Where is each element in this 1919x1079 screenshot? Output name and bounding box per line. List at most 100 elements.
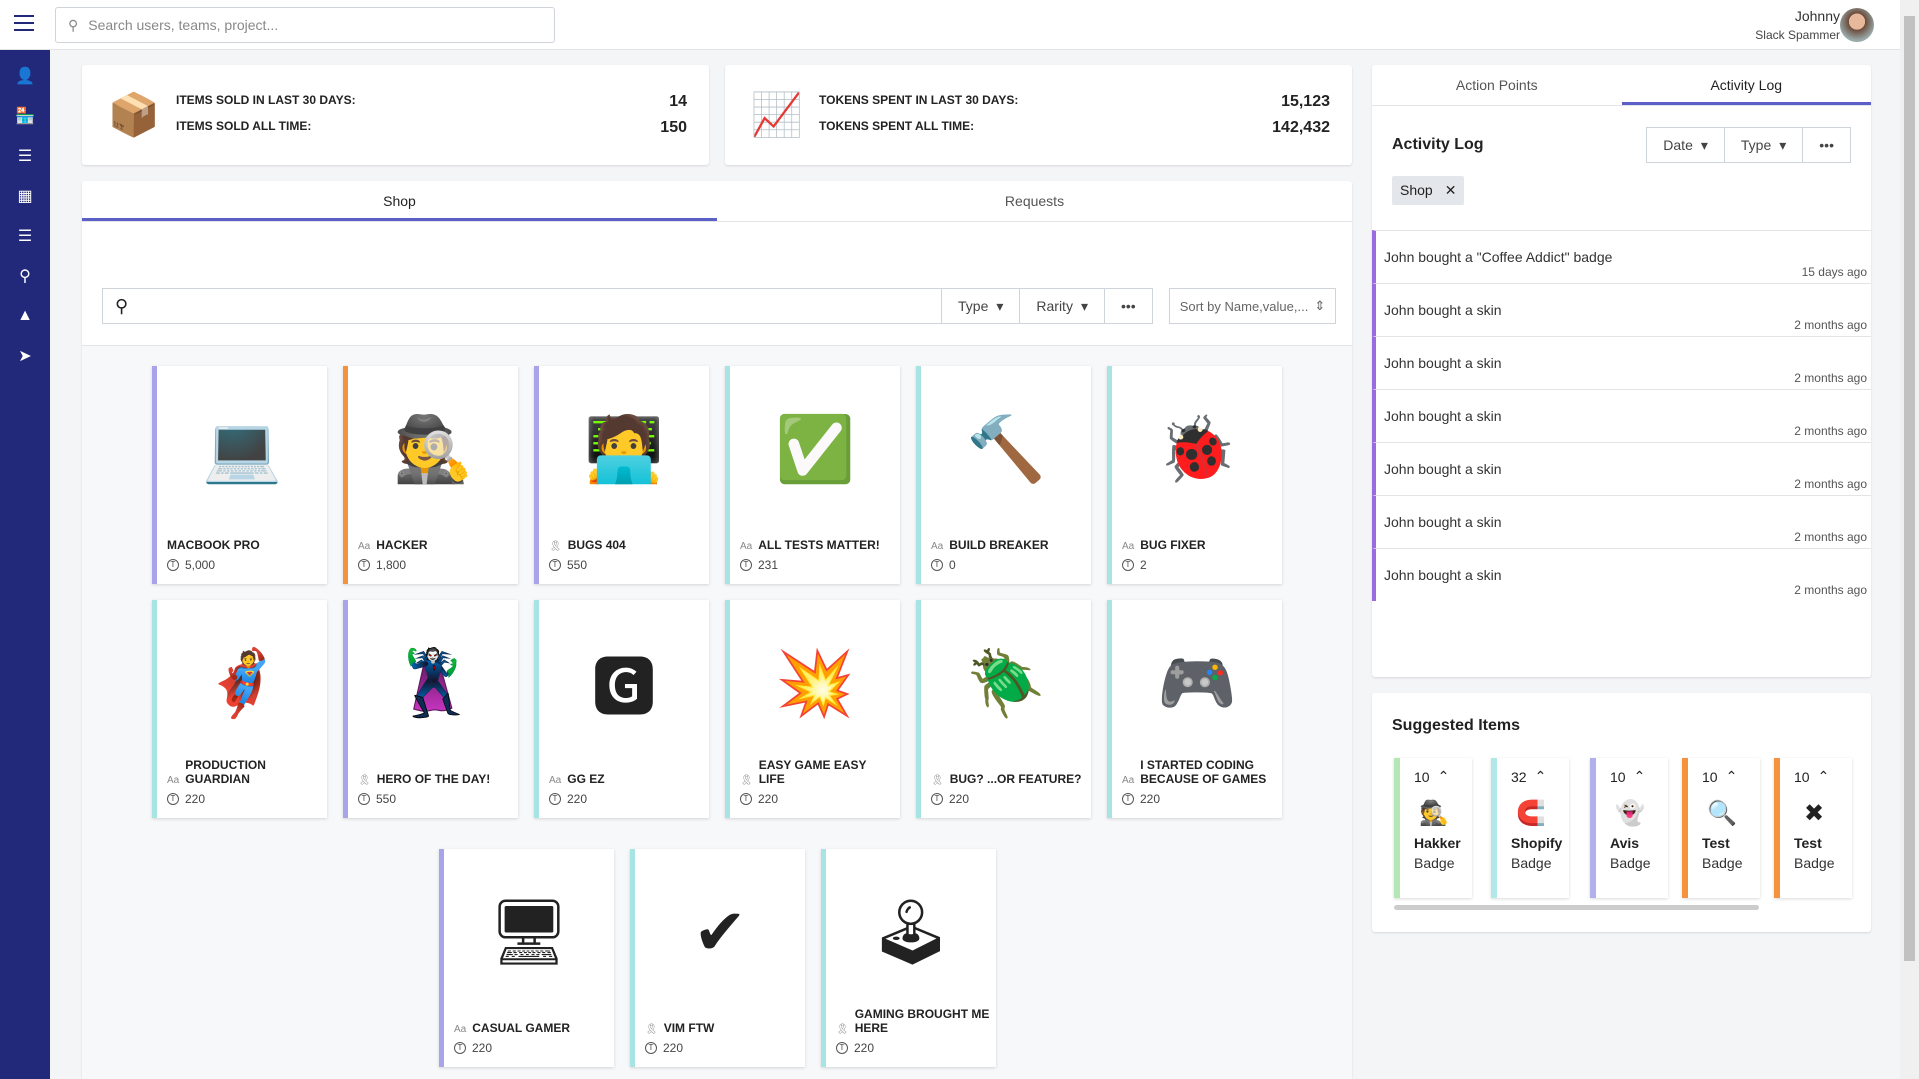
item-kind: Badge	[1610, 855, 1651, 871]
text-type-icon: Aa	[1122, 541, 1135, 552]
suggested-item[interactable]: 10 ⌃ 🕵 Hakker Badge	[1394, 758, 1472, 898]
shop-item-card[interactable]: ✅ Aa ALL TESTS MATTER! T 231	[725, 366, 900, 584]
more-options-button[interactable]: •••	[1104, 288, 1153, 324]
item-image: 🕵	[1419, 799, 1449, 827]
chevron-up-icon[interactable]: ⌃	[1535, 768, 1547, 785]
token-icon: T	[358, 559, 370, 571]
shop-icon[interactable]: 🏪	[0, 96, 50, 136]
item-name: ALL TESTS MATTER!	[758, 538, 880, 552]
user-info[interactable]: Johnny Slack Spammer	[1755, 8, 1840, 42]
menu-icon[interactable]	[14, 15, 34, 31]
entry-time: 15 days ago	[1801, 265, 1867, 279]
tab-activity-log[interactable]: Activity Log	[1621, 65, 1871, 105]
item-name: BUILD BREAKER	[949, 538, 1049, 552]
shop-item-card[interactable]: ✔ 🎗 VIM FTW T 220	[630, 849, 805, 1067]
shop-item-card[interactable]: 💻 MACBOOK PRO T 5,000	[152, 366, 327, 584]
profile-icon[interactable]: 👤	[0, 56, 50, 96]
suggested-item[interactable]: 32 ⌃ 🧲 Shopify Badge	[1491, 758, 1569, 898]
stats-icon[interactable]: ▦	[0, 176, 50, 216]
tab-shop[interactable]: Shop	[82, 181, 717, 221]
badge-type-icon: 🎗	[358, 775, 371, 786]
rarity-filter[interactable]: Rarity ▾	[1020, 288, 1105, 324]
shop-item-card[interactable]: 🎮 Aa I STARTED CODING BECAUSE OF GAMES T 220	[1107, 600, 1282, 818]
chevron-up-icon[interactable]: ⌃	[1634, 768, 1646, 785]
branch-icon[interactable]: ⚲	[0, 256, 50, 296]
suggested-item[interactable]: 10 ⌃ ✖ Test Badge	[1774, 758, 1852, 898]
items-sold-card: 📦 ITEMS SOLD IN LAST 30 DAYS: 14 ITEMS SO…	[82, 65, 709, 165]
shop-item-card[interactable]: 🪲 🎗 BUG? ...OR FEATURE? T 220	[916, 600, 1091, 818]
tokens-spent-card: 📈 TOKENS SPENT IN LAST 30 DAYS: 15,123 TO…	[725, 65, 1352, 165]
item-price: 2	[1140, 558, 1147, 572]
activity-entry: John bought a skin 2 months ago	[1372, 442, 1871, 495]
text-type-icon: Aa	[167, 775, 180, 786]
top-bar: ⚲ Search users, teams, project... Johnny S…	[0, 0, 1900, 50]
horizontal-scrollbar[interactable]	[1394, 905, 1759, 910]
shop-item-card[interactable]: 🔨 Aa BUILD BREAKER T 0	[916, 366, 1091, 584]
token-icon: T	[645, 1042, 657, 1054]
send-icon[interactable]: ➤	[0, 336, 50, 376]
shop-item-card[interactable]: 🧑‍💻 🎗 BUGS 404 T 550	[534, 366, 709, 584]
item-count: 10	[1794, 768, 1810, 785]
close-icon[interactable]: ✕	[1445, 182, 1457, 199]
date-filter[interactable]: Date ▾	[1647, 127, 1725, 163]
shop-search-input[interactable]: ⚲	[102, 288, 942, 324]
item-name: MACBOOK PRO	[167, 538, 260, 552]
shop-item-card[interactable]: 🦹 🎗 HERO OF THE DAY! T 550	[343, 600, 518, 818]
entry-text: John bought a skin	[1384, 461, 1502, 477]
item-price: 550	[567, 558, 588, 572]
text-type-icon: Aa	[549, 775, 562, 786]
shop-item-card[interactable]: 💥 🎗 EASY GAME EASY LIFE T 220	[725, 600, 900, 818]
item-name: HERO OF THE DAY!	[376, 772, 491, 786]
activity-title: Activity Log	[1392, 136, 1484, 153]
suggested-item[interactable]: 10 ⌃ 🔍 Test Badge	[1682, 758, 1760, 898]
mountain-icon[interactable]: ▲	[0, 296, 50, 336]
item-name: PRODUCTION GUARDIAN	[185, 758, 266, 786]
item-image: 🖥	[488, 895, 570, 968]
page-scrollbar[interactable]	[1900, 0, 1919, 1079]
badge-type-icon: 🎗	[549, 541, 562, 552]
chevron-up-icon[interactable]: ⌃	[1438, 768, 1450, 785]
item-price: 220	[854, 1041, 875, 1055]
sort-select[interactable]: Sort by Name,value,... ⇕	[1168, 288, 1337, 324]
shop-item-card[interactable]: 🐞 Aa BUG FIXER T 2	[1107, 366, 1282, 584]
badge-type-icon: 🎗	[836, 1024, 849, 1035]
item-image: ✔	[693, 895, 747, 968]
item-name: HACKER	[376, 538, 428, 552]
global-search-input[interactable]: ⚲ Search users, teams, project...	[55, 7, 555, 43]
item-image: ✅	[775, 412, 855, 485]
search-icon: ⚲	[115, 295, 129, 316]
type-filter[interactable]: Type ▾	[942, 288, 1021, 324]
text-type-icon: Aa	[358, 541, 371, 552]
activity-entry: John bought a skin 2 months ago	[1372, 283, 1871, 336]
item-image: 🦸	[202, 646, 282, 719]
layers-icon[interactable]: ☰	[0, 216, 50, 256]
token-icon: T	[549, 793, 561, 805]
item-name: CASUAL GAMER	[472, 1021, 571, 1035]
reports-icon[interactable]: ☰	[0, 136, 50, 176]
shop-item-card[interactable]: 🕵 Aa HACKER T 1,800	[343, 366, 518, 584]
item-name: GG EZ	[567, 772, 605, 786]
suggested-item[interactable]: 10 ⌃ 👻 Avis Badge	[1590, 758, 1668, 898]
tab-action-points[interactable]: Action Points	[1372, 65, 1622, 105]
item-price: 220	[185, 792, 206, 806]
shop-item-card[interactable]: 🖥 Aa CASUAL GAMER T 220	[439, 849, 614, 1067]
search-icon: ⚲	[68, 16, 79, 33]
chevron-up-icon[interactable]: ⌃	[1818, 768, 1830, 785]
avatar[interactable]	[1840, 8, 1874, 42]
shop-item-card[interactable]: 🦸 Aa PRODUCTION GUARDIAN T 220	[152, 600, 327, 818]
item-price: 220	[949, 792, 970, 806]
shop-item-card[interactable]: 🅶 Aa GG EZ T 220	[534, 600, 709, 818]
item-price: 220	[663, 1041, 684, 1055]
text-type-icon: Aa	[931, 541, 944, 552]
item-image: 🅶	[592, 652, 656, 724]
item-image: 💻	[202, 412, 282, 485]
entry-text: John bought a skin	[1384, 355, 1502, 371]
item-price: 220	[1140, 792, 1161, 806]
shop-item-card[interactable]: 🕹 🎗 GAMING BROUGHT ME HERE T 220	[821, 849, 996, 1067]
type-filter[interactable]: Type ▾	[1724, 127, 1804, 163]
more-options-button[interactable]: •••	[1803, 127, 1851, 163]
chevron-up-icon[interactable]: ⌃	[1726, 768, 1738, 785]
item-name: Test	[1702, 835, 1730, 851]
item-count: 10	[1610, 768, 1626, 785]
tab-requests[interactable]: Requests	[717, 181, 1352, 221]
